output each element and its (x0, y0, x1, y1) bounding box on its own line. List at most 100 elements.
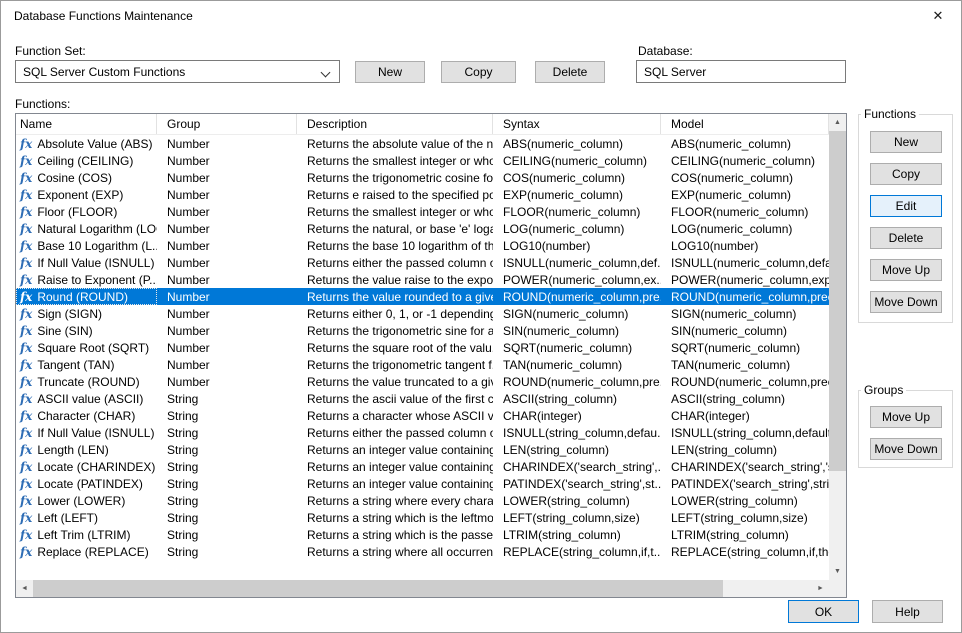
close-button[interactable]: ✕ (915, 1, 961, 31)
table-row[interactable]: fxFloor (FLOOR)NumberReturns the smalles… (16, 203, 829, 220)
table-row[interactable]: fxCeiling (CEILING)NumberReturns the sma… (16, 152, 829, 169)
table-row[interactable]: fxAbsolute Value (ABS)NumberReturns the … (16, 135, 829, 152)
table-row[interactable]: fxReplace (REPLACE)StringReturns a strin… (16, 543, 829, 560)
cell-description: Returns a string which is the leftmos... (297, 509, 493, 526)
cell-group: String (157, 475, 297, 492)
cell-syntax: ROUND(numeric_column,pre... (493, 373, 661, 390)
cell-group: Number (157, 373, 297, 390)
table-row[interactable]: fxSquare Root (SQRT)NumberReturns the sq… (16, 339, 829, 356)
cell-syntax: CHAR(integer) (493, 407, 661, 424)
cell-name: fxExponent (EXP) (16, 186, 157, 203)
table-row[interactable]: fxASCII value (ASCII)StringReturns the a… (16, 390, 829, 407)
copy-function-set-button[interactable]: Copy (441, 61, 516, 83)
cell-description: Returns an integer value containing ... (297, 441, 493, 458)
cell-name: fxTangent (TAN) (16, 356, 157, 373)
cell-group: String (157, 492, 297, 509)
function-name-text: Sign (SIGN) (37, 307, 102, 321)
functions-delete-button[interactable]: Delete (870, 227, 942, 249)
table-row[interactable]: fxTruncate (ROUND)NumberReturns the valu… (16, 373, 829, 390)
cell-group: Number (157, 220, 297, 237)
cell-description: Returns the ascii value of the first c..… (297, 390, 493, 407)
table-row[interactable]: fxIf Null Value (ISNULL)StringReturns ei… (16, 424, 829, 441)
horizontal-scrollbar[interactable]: ◄ ► (16, 580, 829, 597)
table-row[interactable]: fxExponent (EXP)NumberReturns e raised t… (16, 186, 829, 203)
table-row[interactable]: fxLength (LEN)StringReturns an integer v… (16, 441, 829, 458)
functions-copy-button[interactable]: Copy (870, 163, 942, 185)
window-title: Database Functions Maintenance (14, 9, 193, 23)
scroll-left-icon[interactable]: ◄ (16, 580, 33, 597)
function-fx-icon: fx (20, 426, 32, 440)
cell-name: fxASCII value (ASCII) (16, 390, 157, 407)
function-set-dropdown[interactable]: SQL Server Custom Functions (15, 60, 340, 83)
cell-group: String (157, 458, 297, 475)
vertical-scroll-thumb[interactable] (829, 131, 846, 471)
table-row[interactable]: fxLocate (CHARINDEX)StringReturns an int… (16, 458, 829, 475)
function-name-text: Length (LEN) (37, 443, 108, 457)
cell-syntax: LOG10(number) (493, 237, 661, 254)
horizontal-scroll-thumb[interactable] (33, 580, 723, 597)
table-row[interactable]: fxBase 10 Logarithm (L...NumberReturns t… (16, 237, 829, 254)
table-row[interactable]: fxTangent (TAN)NumberReturns the trigono… (16, 356, 829, 373)
functions-new-button[interactable]: New (870, 131, 942, 153)
cell-syntax: LEN(string_column) (493, 441, 661, 458)
function-name-text: Replace (REPLACE) (37, 545, 148, 559)
scroll-down-icon[interactable]: ▼ (829, 563, 846, 580)
ok-button[interactable]: OK (788, 600, 859, 623)
cell-group: String (157, 424, 297, 441)
cell-model: ABS(numeric_column) (661, 135, 829, 152)
cell-name: fxLower (LOWER) (16, 492, 157, 509)
cell-name: fxCosine (COS) (16, 169, 157, 186)
cell-description: Returns the natural, or base 'e' loga... (297, 220, 493, 237)
cell-syntax: LTRIM(string_column) (493, 526, 661, 543)
table-row[interactable]: fxRaise to Exponent (P...NumberReturns t… (16, 271, 829, 288)
cell-syntax: CHARINDEX('search_string',... (493, 458, 661, 475)
table-row[interactable]: fxRound (ROUND)NumberReturns the value r… (16, 288, 829, 305)
table-row[interactable]: fxNatural Logarithm (LOG)NumberReturns t… (16, 220, 829, 237)
cell-group: Number (157, 271, 297, 288)
vertical-scrollbar[interactable]: ▲ ▼ (829, 114, 846, 580)
delete-function-set-button[interactable]: Delete (535, 61, 605, 83)
table-row[interactable]: fxIf Null Value (ISNULL)NumberReturns ei… (16, 254, 829, 271)
groups-move-down-button[interactable]: Move Down (870, 438, 942, 460)
table-row[interactable]: fxLocate (PATINDEX)StringReturns an inte… (16, 475, 829, 492)
function-fx-icon: fx (20, 205, 32, 219)
table-row[interactable]: fxLeft (LEFT)StringReturns a string whic… (16, 509, 829, 526)
column-header-description[interactable]: Description (297, 114, 493, 134)
cell-name: fxReplace (REPLACE) (16, 543, 157, 560)
cell-description: Returns the smallest integer or whol... (297, 152, 493, 169)
function-name-text: Locate (PATINDEX) (37, 477, 143, 491)
scroll-right-icon[interactable]: ► (812, 580, 829, 597)
column-header-name[interactable]: Name (16, 114, 157, 134)
table-row[interactable]: fxSign (SIGN)NumberReturns either 0, 1, … (16, 305, 829, 322)
cell-description: Returns the value raise to the expo... (297, 271, 493, 288)
function-name-text: Sine (SIN) (37, 324, 92, 338)
groups-move-up-button[interactable]: Move Up (870, 406, 942, 428)
column-header-model[interactable]: Model (661, 114, 829, 134)
database-input[interactable] (636, 60, 846, 83)
table-row[interactable]: fxSine (SIN)NumberReturns the trigonomet… (16, 322, 829, 339)
scroll-up-icon[interactable]: ▲ (829, 114, 846, 131)
cell-syntax: ISNULL(numeric_column,def... (493, 254, 661, 271)
cell-name: fxNatural Logarithm (LOG) (16, 220, 157, 237)
table-row[interactable]: fxCharacter (CHAR)StringReturns a charac… (16, 407, 829, 424)
cell-group: Number (157, 305, 297, 322)
cell-name: fxLocate (CHARINDEX) (16, 458, 157, 475)
functions-edit-button[interactable]: Edit (870, 195, 942, 217)
function-fx-icon: fx (20, 256, 32, 270)
function-name-text: If Null Value (ISNULL) (37, 426, 154, 440)
function-name-text: Square Root (SQRT) (37, 341, 149, 355)
table-row[interactable]: fxCosine (COS)NumberReturns the trigonom… (16, 169, 829, 186)
functions-move-down-button[interactable]: Move Down (870, 291, 942, 313)
help-button[interactable]: Help (872, 600, 943, 623)
column-header-syntax[interactable]: Syntax (493, 114, 661, 134)
new-function-set-button[interactable]: New (355, 61, 425, 83)
function-fx-icon: fx (20, 409, 32, 423)
cell-description: Returns the square root of the valu... (297, 339, 493, 356)
functions-move-up-button[interactable]: Move Up (870, 259, 942, 281)
column-header-group[interactable]: Group (157, 114, 297, 134)
function-fx-icon: fx (20, 137, 32, 151)
cell-syntax: FLOOR(numeric_column) (493, 203, 661, 220)
table-row[interactable]: fxLeft Trim (LTRIM)StringReturns a strin… (16, 526, 829, 543)
function-fx-icon: fx (20, 171, 32, 185)
table-row[interactable]: fxLower (LOWER)StringReturns a string wh… (16, 492, 829, 509)
